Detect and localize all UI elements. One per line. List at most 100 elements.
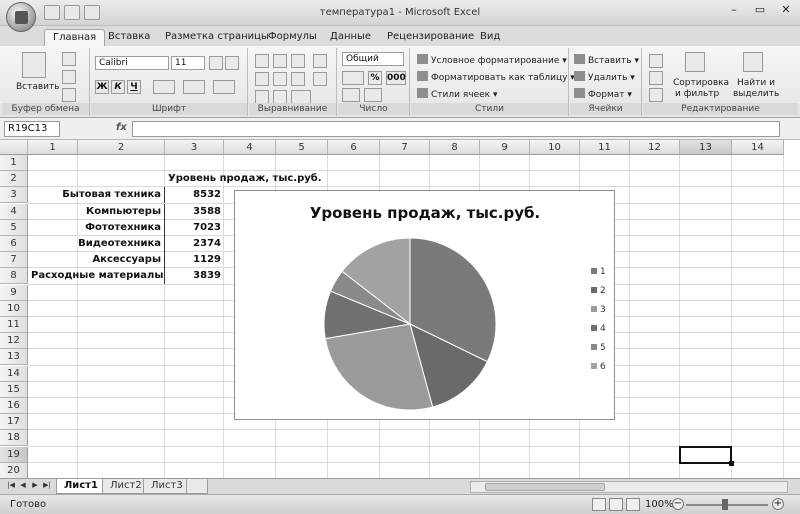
row-header[interactable]: 9 (0, 284, 28, 301)
row-header[interactable]: 14 (0, 365, 28, 382)
zoom-level[interactable]: 100% (645, 499, 674, 510)
tab-home[interactable]: Главная (44, 29, 106, 46)
decrease-decimal-icon[interactable] (364, 88, 382, 102)
row-header[interactable]: 20 (0, 462, 28, 478)
column-header[interactable]: 2 (78, 140, 165, 155)
value-cell[interactable]: 8532 (165, 187, 224, 203)
column-header[interactable]: 7 (380, 140, 430, 155)
font-size-select[interactable]: 11 (171, 56, 205, 70)
prev-sheet-icon[interactable]: ◀ (18, 481, 28, 492)
zoom-slider-thumb[interactable] (722, 499, 728, 510)
column-header[interactable]: 6 (328, 140, 380, 155)
sheet-tab-3[interactable]: Лист3 (143, 479, 191, 494)
align-right-icon[interactable] (291, 72, 305, 86)
category-cell[interactable]: Расходные материалы (28, 268, 165, 285)
shrink-font-icon[interactable] (225, 56, 239, 70)
font-name-select[interactable]: Calibri (95, 56, 169, 70)
row-header[interactable]: 19 (0, 446, 28, 463)
insert-sheet-icon[interactable] (186, 479, 208, 494)
tab-page-layout[interactable]: Разметка страницы (165, 29, 269, 46)
borders-icon[interactable] (153, 80, 175, 94)
row-header[interactable]: 2 (0, 171, 28, 188)
next-sheet-icon[interactable]: ▶ (30, 481, 40, 492)
sort-filter-icon[interactable] (685, 52, 705, 72)
scrollbar-thumb[interactable] (485, 483, 605, 491)
category-cell[interactable]: Компьютеры (28, 203, 165, 220)
column-header[interactable]: 14 (732, 140, 784, 155)
increase-indent-icon[interactable] (273, 90, 287, 104)
row-header[interactable]: 11 (0, 317, 28, 333)
column-header[interactable]: 3 (165, 140, 224, 155)
tab-data[interactable]: Данные (330, 29, 371, 46)
normal-view-icon[interactable] (592, 498, 606, 511)
table-header[interactable]: Уровень продаж, тыс.руб. (165, 171, 325, 187)
find-select-label-1[interactable]: Найти и (737, 78, 775, 88)
increase-decimal-icon[interactable] (342, 88, 360, 102)
row-header[interactable]: 4 (0, 203, 28, 220)
value-cell[interactable]: 3588 (165, 204, 224, 220)
fill-handle[interactable] (729, 460, 734, 466)
align-left-icon[interactable] (255, 72, 269, 86)
selected-cell[interactable] (679, 445, 732, 464)
category-cell[interactable]: Бытовая техника (28, 187, 165, 204)
page-break-view-icon[interactable] (626, 498, 640, 511)
row-header[interactable]: 18 (0, 430, 28, 447)
last-sheet-icon[interactable]: ▶| (42, 481, 52, 492)
clear-icon[interactable] (649, 88, 663, 102)
column-header[interactable]: 4 (224, 140, 276, 155)
copy-icon[interactable] (62, 70, 76, 84)
maximize-button[interactable]: ▭ (750, 3, 770, 19)
first-sheet-icon[interactable]: |◀ (6, 481, 16, 492)
office-button[interactable] (6, 2, 36, 32)
font-color-icon[interactable] (213, 80, 235, 94)
orientation-icon[interactable] (291, 90, 311, 104)
column-header[interactable]: 10 (530, 140, 580, 155)
pie-chart[interactable]: Уровень продаж, тыс.руб. 1 2 3 4 5 6 (234, 190, 615, 420)
page-layout-view-icon[interactable] (609, 498, 623, 511)
merge-icon[interactable] (313, 72, 327, 86)
row-header[interactable]: 17 (0, 414, 28, 431)
wrap-text-icon[interactable] (313, 54, 327, 68)
row-header[interactable]: 3 (0, 187, 28, 204)
italic-button[interactable]: К (111, 80, 125, 94)
category-cell[interactable]: Аксессуары (28, 252, 165, 269)
currency-icon[interactable] (342, 71, 364, 85)
cell-styles-button[interactable]: Стили ячеек ▾ (417, 88, 497, 100)
category-cell[interactable]: Видеотехника (28, 236, 165, 252)
name-box[interactable]: R19C13 (4, 121, 60, 137)
horizontal-scrollbar[interactable] (470, 481, 788, 493)
format-cells-button[interactable]: Формат ▾ (574, 88, 632, 100)
row-header[interactable]: 16 (0, 398, 28, 414)
row-header[interactable]: 1 (0, 155, 28, 171)
value-cell[interactable]: 1129 (165, 252, 224, 268)
column-header[interactable]: 13 (680, 140, 732, 155)
row-header[interactable]: 7 (0, 252, 28, 269)
tab-formulas[interactable]: Формулы (268, 29, 317, 46)
row-header[interactable]: 13 (0, 349, 28, 366)
align-top-icon[interactable] (255, 54, 269, 68)
row-header[interactable]: 8 (0, 268, 28, 285)
row-header[interactable]: 12 (0, 333, 28, 350)
row-header[interactable]: 15 (0, 381, 28, 398)
grow-font-icon[interactable] (209, 56, 223, 70)
column-header[interactable]: 11 (580, 140, 630, 155)
column-header[interactable]: 9 (480, 140, 530, 155)
align-bottom-icon[interactable] (291, 54, 305, 68)
value-cell[interactable]: 2374 (165, 236, 224, 252)
autosum-icon[interactable] (649, 54, 663, 68)
value-cell[interactable]: 7023 (165, 220, 224, 236)
format-as-table-button[interactable]: Форматировать как таблицу ▾ (417, 71, 575, 83)
number-format-select[interactable]: Общий (342, 52, 404, 66)
minimize-button[interactable]: – (724, 3, 744, 19)
underline-button[interactable]: Ч (127, 80, 141, 94)
zoom-in-icon[interactable]: + (772, 498, 784, 510)
column-header[interactable]: 1 (28, 140, 78, 155)
sort-filter-label-1[interactable]: Сортировка (673, 78, 729, 88)
bold-button[interactable]: Ж (95, 80, 109, 94)
tab-view[interactable]: Вид (480, 29, 500, 46)
formula-input[interactable] (132, 121, 780, 137)
column-header[interactable]: 5 (276, 140, 328, 155)
row-header[interactable]: 5 (0, 219, 28, 236)
column-header[interactable]: 8 (430, 140, 480, 155)
find-select-icon[interactable] (743, 52, 763, 72)
